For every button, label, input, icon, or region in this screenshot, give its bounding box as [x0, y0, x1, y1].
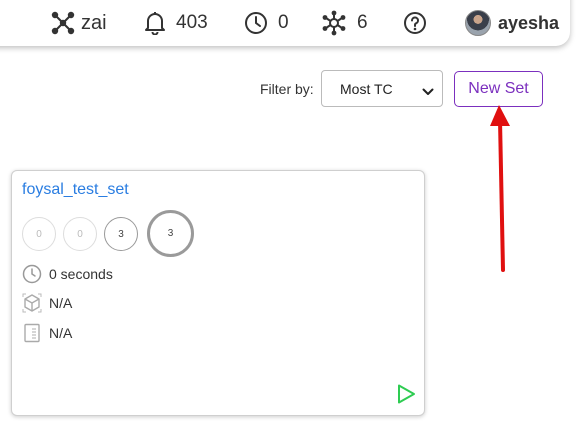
- filter-value: Most TC: [340, 80, 393, 97]
- filter-select[interactable]: Most TC: [321, 70, 443, 107]
- help-button[interactable]: [403, 10, 427, 36]
- document-value: N/A: [49, 325, 73, 341]
- help-icon: [403, 11, 427, 35]
- pending-count: 0: [278, 12, 289, 33]
- document-icon: [22, 323, 42, 343]
- brand-link[interactable]: zai: [50, 10, 107, 36]
- brand-name: zai: [81, 11, 107, 34]
- network-button[interactable]: 6: [321, 10, 368, 36]
- network-count: 6: [357, 12, 368, 33]
- duration-row: 0 seconds: [22, 264, 113, 284]
- stat-circle-total: 3: [147, 210, 194, 257]
- notifications-count: 403: [176, 12, 208, 33]
- clock-icon: [22, 264, 42, 284]
- run-button[interactable]: [395, 383, 417, 410]
- pending-button[interactable]: 0: [244, 10, 289, 36]
- filter-label: Filter by:: [260, 81, 314, 97]
- environment-value: N/A: [49, 295, 73, 311]
- network-icon: [321, 10, 347, 36]
- play-icon: [395, 384, 417, 409]
- brand-network-icon: [50, 10, 76, 36]
- clock-icon: [244, 11, 268, 35]
- user-menu[interactable]: ayesha: [465, 10, 559, 36]
- stat-circle: 0: [63, 217, 97, 251]
- environment-row: N/A: [22, 293, 72, 313]
- annotation-arrow: [480, 100, 520, 280]
- test-set-title[interactable]: foysal_test_set: [22, 181, 129, 199]
- box-icon: [22, 293, 42, 313]
- document-row: N/A: [22, 323, 72, 343]
- avatar: [465, 10, 491, 36]
- notifications-button[interactable]: 403: [144, 10, 208, 36]
- test-set-card[interactable]: foysal_test_set 0 0 3 3 0 seconds N/A N/…: [11, 170, 425, 416]
- user-name: ayesha: [498, 12, 560, 33]
- duration-value: 0 seconds: [49, 266, 113, 282]
- bell-icon: [144, 11, 166, 35]
- stat-circle: 0: [22, 217, 56, 251]
- chevron-down-icon: [422, 84, 434, 100]
- stat-circle: 3: [104, 217, 138, 251]
